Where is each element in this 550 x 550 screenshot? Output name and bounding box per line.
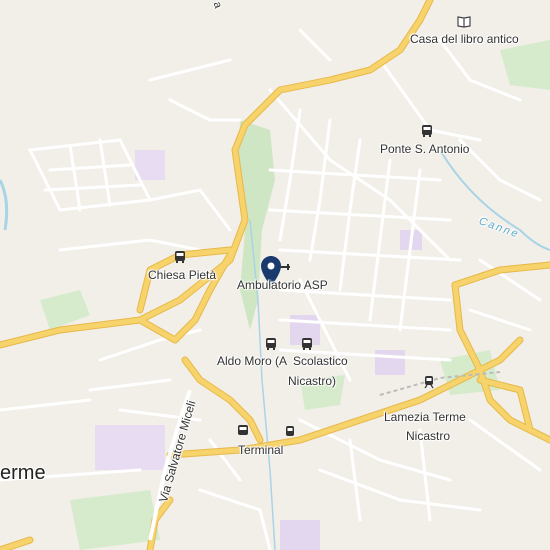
poi-label[interactable]: Ponte S. Antonio [380,142,469,156]
poi-label[interactable]: Nicastro [406,429,450,443]
bus-icon[interactable] [236,424,250,438]
bus-icon[interactable] [264,337,278,351]
river [439,149,550,251]
park-area [500,40,550,90]
poi-label[interactable]: Nicastro) [288,374,336,388]
poi-label[interactable]: Terminal [238,443,283,457]
poi-label[interactable]: Casa del libro antico [410,32,519,46]
bus-icon[interactable] [420,124,434,138]
bus-icon[interactable] [300,337,314,351]
poi-label[interactable]: Scolastico [293,354,348,368]
place-label[interactable]: erme [0,462,46,485]
bus-icon[interactable] [283,425,297,439]
building-zone [280,520,320,550]
train-icon[interactable] [422,375,436,389]
poi-label[interactable]: Lamezia Terme [384,410,466,424]
park-area [70,490,160,550]
building-zone [375,350,405,375]
map-view[interactable]: Casa del libro antico Ponte S. Antonio C… [0,0,550,550]
bus-icon[interactable] [173,250,187,264]
poi-label[interactable]: Aldo Moro (A [217,354,287,368]
building-zone [95,425,165,470]
poi-label[interactable]: Chiesa Pietà [148,268,216,282]
river [0,179,9,231]
poi-label[interactable]: Ambulatorio ASP [237,278,328,292]
book-icon[interactable] [457,14,471,28]
building-zone [135,150,165,180]
